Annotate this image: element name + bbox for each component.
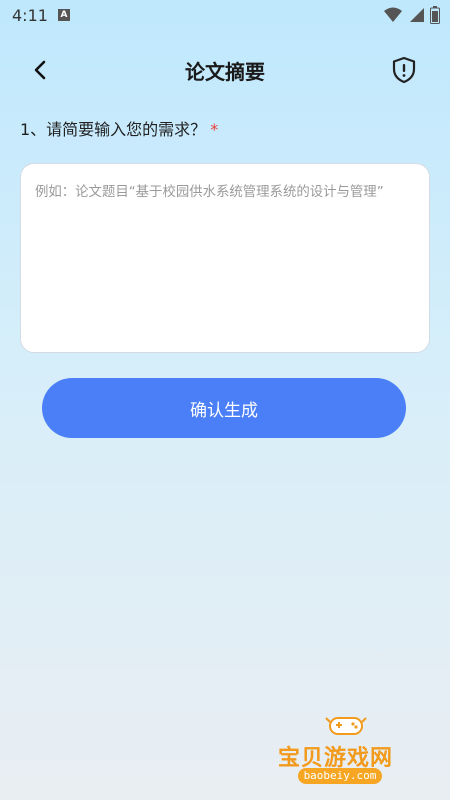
wifi-icon (384, 7, 402, 22)
battery-icon (430, 6, 440, 24)
watermark-logo: 宝贝游戏网 baobeiy.com (272, 712, 422, 796)
watermark-url: baobeiy.com (298, 768, 382, 784)
confirm-generate-button[interactable]: 确认生成 (42, 378, 406, 438)
question-text: 1、请简要输入您的需求？ (20, 120, 207, 139)
shield-alert-icon (392, 56, 416, 84)
status-icons (384, 6, 440, 24)
requirement-textarea[interactable] (21, 164, 429, 352)
gamepad-icon (325, 717, 367, 735)
notification-icon: A (58, 9, 70, 21)
status-time: 4:11 (12, 6, 48, 25)
page-title: 论文摘要 (185, 60, 265, 84)
status-bar: 4:11 A (0, 0, 450, 32)
question-label: 1、请简要输入您的需求？ * (20, 116, 218, 140)
app-bar: 论文摘要 (0, 44, 450, 96)
report-button[interactable] (389, 54, 419, 86)
signal-icon (410, 8, 424, 22)
requirement-textarea-wrapper (20, 163, 430, 353)
required-mark: * (210, 120, 219, 139)
